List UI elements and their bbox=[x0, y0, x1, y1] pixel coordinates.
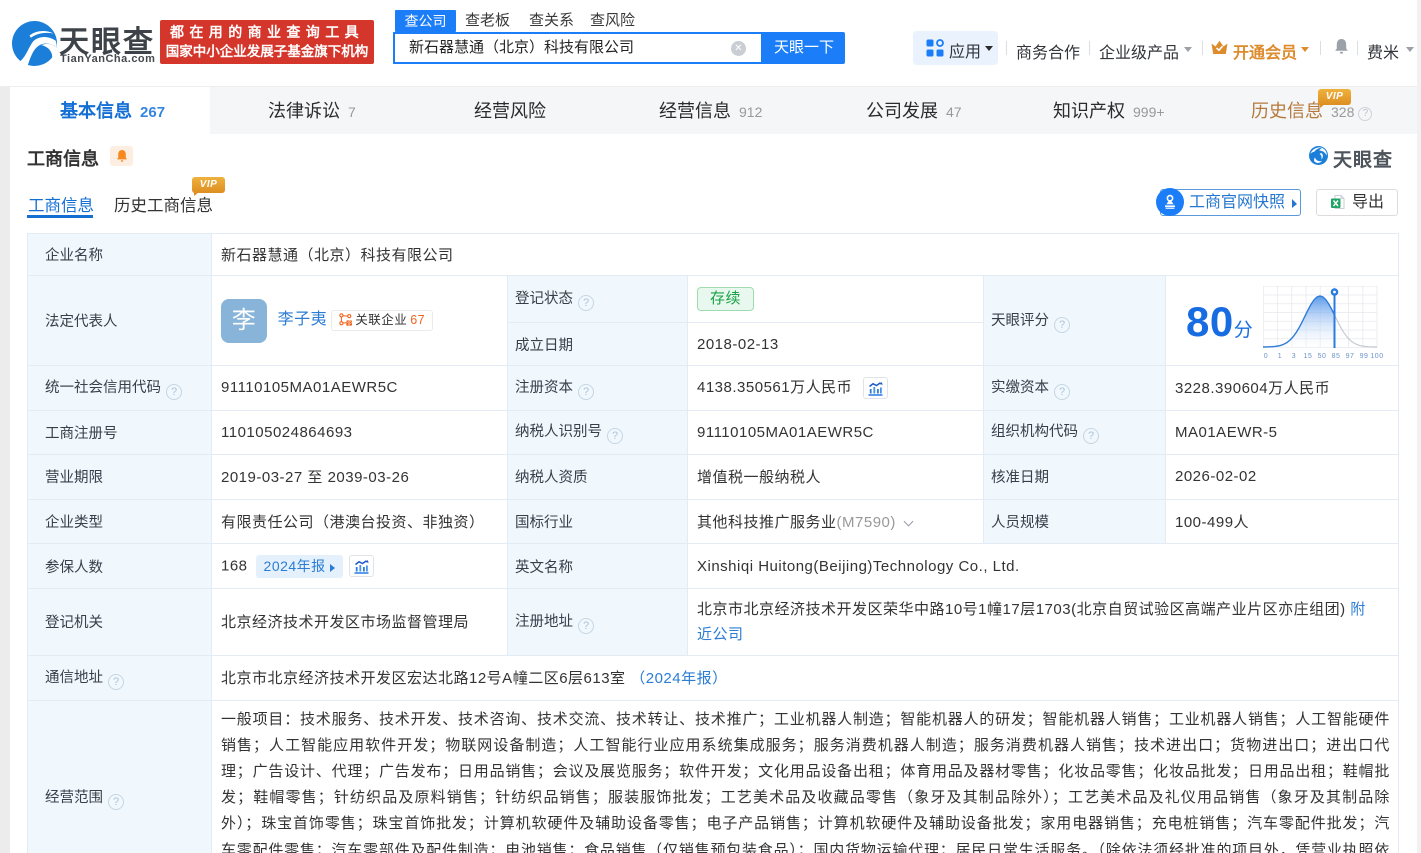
svg-text:15: 15 bbox=[1304, 353, 1313, 360]
svg-text:50: 50 bbox=[1318, 353, 1327, 360]
svg-text:1: 1 bbox=[1278, 353, 1282, 360]
svg-text:100: 100 bbox=[1370, 353, 1383, 360]
svg-text:3: 3 bbox=[1292, 353, 1296, 360]
svg-text:97: 97 bbox=[1346, 353, 1355, 360]
svg-text:85: 85 bbox=[1332, 353, 1341, 360]
svg-text:企: 企 bbox=[347, 320, 352, 326]
svg-text:99: 99 bbox=[1360, 353, 1369, 360]
svg-text:0: 0 bbox=[1264, 353, 1268, 360]
